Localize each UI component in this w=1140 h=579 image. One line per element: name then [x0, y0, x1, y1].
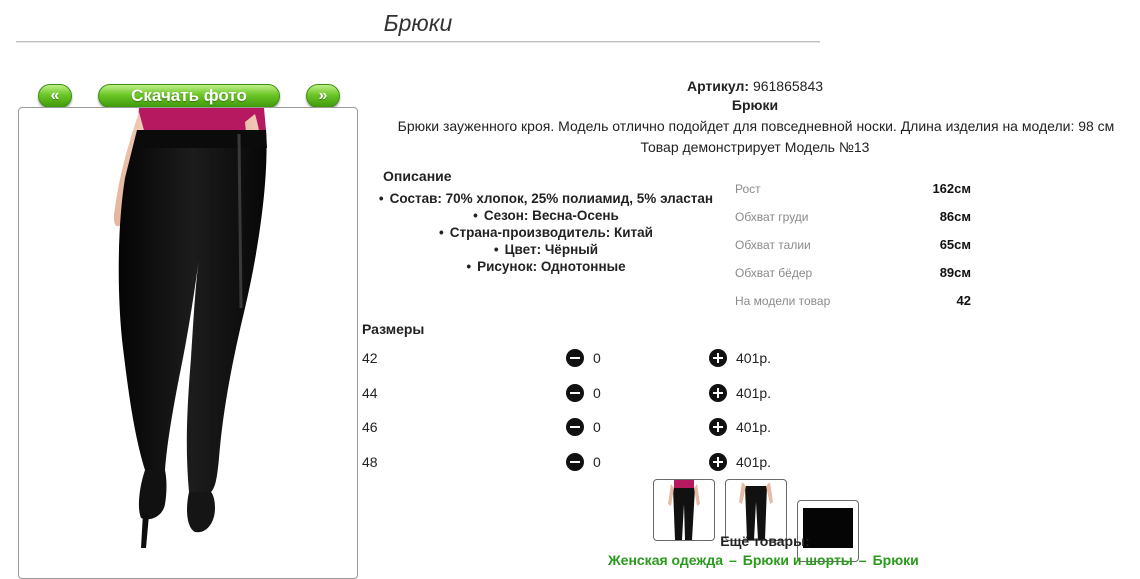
quantity-value: 0	[593, 385, 601, 401]
title-divider	[16, 41, 820, 43]
more-products-title: Ещё товары:	[720, 533, 810, 549]
param-value: 162см	[932, 181, 971, 196]
size-label: 48	[362, 454, 378, 470]
plus-icon[interactable]	[709, 384, 727, 402]
sizes-title: Размеры	[362, 321, 425, 337]
minus-icon[interactable]	[566, 453, 584, 471]
size-label: 42	[362, 350, 378, 366]
minus-icon[interactable]	[566, 349, 584, 367]
plus-icon[interactable]	[709, 349, 727, 367]
details-list: Состав: 70% хлопок, 25% полиамид, 5% эла…	[360, 190, 732, 275]
page-title: Брюки	[383, 10, 453, 36]
param-label: Обхват груди	[735, 210, 809, 224]
thumbnail-image	[668, 480, 700, 540]
category-link-womens-clothing[interactable]: Женская одежда	[608, 552, 723, 568]
size-row-48: 48 0 401р.	[362, 453, 782, 474]
next-photo-button[interactable]: »	[306, 84, 340, 108]
size-label: 46	[362, 419, 378, 435]
link-separator: –	[729, 552, 737, 568]
article-label: Артикул:	[686, 78, 750, 94]
more-products-links: Женская одежда – Брюки и шорты – Брюки	[608, 552, 919, 568]
param-value: 42	[956, 293, 971, 308]
quantity-value: 0	[593, 419, 601, 435]
model-note: Товар демонстрирует Модель №13	[640, 139, 870, 155]
product-description: Брюки зауженного кроя. Модель отлично по…	[397, 118, 1115, 134]
prev-photo-button[interactable]: «	[38, 84, 72, 108]
thumbnail-2[interactable]	[725, 479, 787, 541]
detail-item: Цвет: Чёрный	[360, 241, 732, 258]
article-value: 961865843	[752, 78, 824, 94]
param-value: 89см	[939, 265, 971, 280]
details-title: Описание	[383, 168, 452, 184]
trousers-model-image	[113, 108, 267, 548]
param-label: Обхват бёдер	[735, 266, 813, 280]
param-row-height: Рост 162см	[735, 180, 971, 208]
param-row-waist: Обхват талии 65см	[735, 236, 971, 264]
plus-icon[interactable]	[709, 418, 727, 436]
size-row-46: 46 0 401р.	[362, 418, 782, 439]
thumbnail-image	[739, 482, 773, 540]
price: 401р.	[736, 419, 772, 435]
category-link-trousers-shorts[interactable]: Брюки и шорты	[743, 552, 853, 568]
detail-item: Рисунок: Однотонные	[360, 258, 732, 275]
param-label: Рост	[735, 182, 761, 196]
param-label: Обхват талии	[735, 238, 811, 252]
product-name: Брюки	[731, 97, 779, 113]
param-value: 86см	[939, 209, 971, 224]
price: 401р.	[736, 350, 772, 366]
detail-item: Сезон: Весна-Осень	[360, 207, 732, 224]
category-link-trousers[interactable]: Брюки	[873, 552, 919, 568]
param-row-hips: Обхват бёдер 89см	[735, 264, 971, 292]
article-number: Артикул: 961865843	[540, 78, 970, 94]
link-separator: –	[858, 552, 867, 568]
minus-icon[interactable]	[566, 418, 584, 436]
size-row-42: 42 0 401р.	[362, 349, 782, 370]
param-row-model-size: На модели товар 42	[735, 292, 971, 320]
param-value: 65см	[939, 237, 971, 252]
price: 401р.	[736, 385, 772, 401]
param-label: На модели товар	[735, 294, 831, 308]
quantity-value: 0	[593, 350, 601, 366]
download-photo-button[interactable]: Скачать фото	[98, 84, 280, 108]
detail-item: Состав: 70% хлопок, 25% полиамид, 5% эла…	[360, 190, 732, 207]
quantity-value: 0	[593, 454, 601, 470]
detail-item: Страна-производитель: Китай	[360, 224, 732, 241]
plus-icon[interactable]	[709, 453, 727, 471]
price: 401р.	[736, 454, 772, 470]
param-row-chest: Обхват груди 86см	[735, 208, 971, 236]
minus-icon[interactable]	[566, 384, 584, 402]
size-row-44: 44 0 401р.	[362, 384, 782, 405]
model-params-table: Рост 162см Обхват груди 86см Обхват тали…	[735, 180, 971, 320]
main-product-photo[interactable]	[18, 107, 358, 579]
thumbnail-1[interactable]	[653, 479, 715, 541]
size-label: 44	[362, 385, 378, 401]
